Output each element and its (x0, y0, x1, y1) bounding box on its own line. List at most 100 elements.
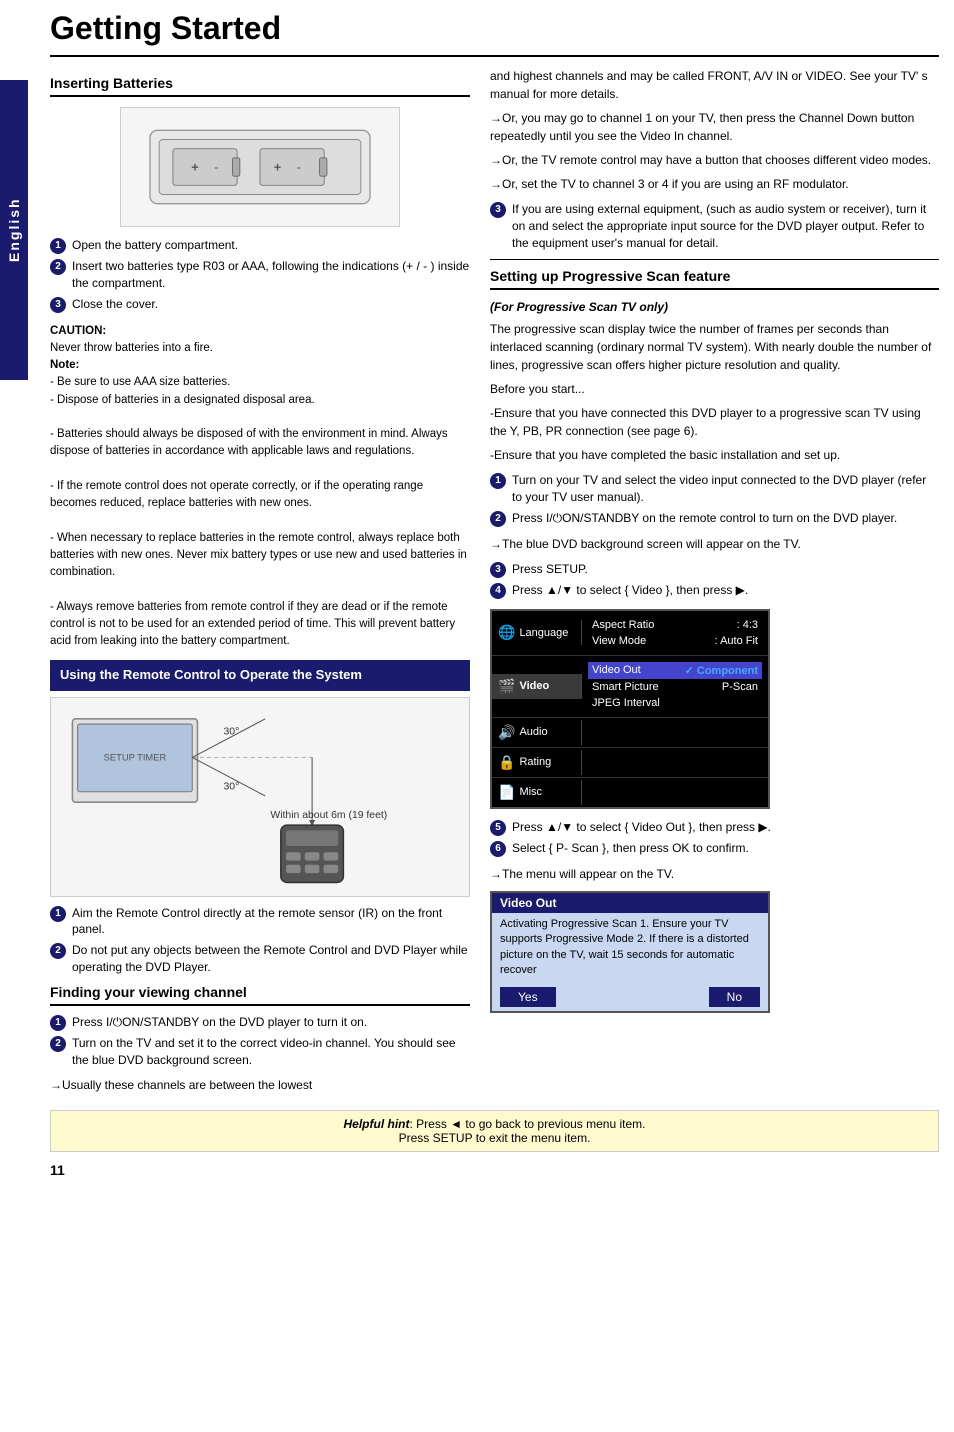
find-step-1: 1 (50, 1015, 66, 1031)
video-out-buttons: Yes No (492, 983, 768, 1011)
battery-image: + - + - (120, 107, 400, 227)
list-item: 3 If you are using external equipment, (… (490, 201, 939, 251)
no-button[interactable]: No (709, 987, 760, 1007)
list-item: 2 Turn on the TV and set it to the corre… (50, 1035, 470, 1069)
list-item: 1 Turn on your TV and select the video i… (490, 472, 939, 506)
menu-right-audio (582, 728, 768, 736)
main-content: Getting Started Inserting Batteries (35, 0, 954, 1188)
note-item-3: - Batteries should always be disposed of… (50, 428, 448, 457)
menu-right-misc (582, 788, 768, 796)
using-remote-header: Using the Remote Control to Operate the … (50, 660, 470, 690)
bullet3: →Or, set the TV to channel 3 or 4 if you… (490, 175, 939, 193)
svg-text:30°: 30° (224, 781, 240, 792)
ensure1: -Ensure that you have connected this DVD… (490, 404, 939, 440)
sidebar: English (0, 80, 28, 380)
for-tv-label: (For Progressive Scan TV only) (490, 300, 939, 314)
menu-icon-rating: 🔒 Rating (492, 750, 582, 775)
list-item: 2 Press I/⏻ON/STANDBY on the remote cont… (490, 510, 939, 527)
caution-block: CAUTION: Never throw batteries into a fi… (50, 323, 470, 651)
note-item-6: - Always remove batteries from remote co… (50, 601, 455, 648)
menu-item-aspect: Aspect Ratio : 4:3 (588, 617, 762, 633)
video-out-title: Video Out (492, 893, 768, 913)
caution-title: CAUTION: (50, 325, 106, 337)
svg-text:-: - (297, 160, 301, 175)
list-item: 5 Press ▲/▼ to select { Video Out }, the… (490, 819, 939, 836)
page-container: English Getting Started Inserting Batter… (0, 0, 954, 1432)
yes-button[interactable]: Yes (500, 987, 556, 1007)
list-item: 1 Press I/⏻ON/STANDBY on the DVD player … (50, 1014, 470, 1031)
list-item: 3 Close the cover. (50, 296, 470, 313)
list-item: 2 Do not put any objects between the Rem… (50, 942, 470, 976)
finding-steps-list: 1 Press I/⏻ON/STANDBY on the DVD player … (50, 1014, 470, 1069)
svg-text:30°: 30° (224, 726, 240, 737)
continued-text: and highest channels and may be called F… (490, 67, 939, 103)
menu-icon-video: 🎬 Video (492, 674, 582, 699)
prog-step-5: 5 (490, 820, 506, 836)
col-right: and highest channels and may be called F… (490, 67, 939, 1100)
list-item: 1 Open the battery compartment. (50, 237, 470, 254)
remote-diagram: SETUP TIMER 30° 30° Within about 6m (19 … (50, 697, 470, 897)
list-item: 2 Insert two batteries type R03 or AAA, … (50, 258, 470, 292)
remote-steps-list: 1 Aim the Remote Control directly at the… (50, 905, 470, 976)
arrow-blue: →The blue DVD background screen will app… (490, 535, 939, 553)
note-item-5: - When necessary to replace batteries in… (50, 532, 467, 579)
svg-text:Within about 6m (19 feet): Within about 6m (19 feet) (270, 809, 387, 820)
video-out-dialog: Video Out Activating Progressive Scan 1.… (490, 891, 770, 1013)
menu-row-misc: 📄 Misc (492, 778, 768, 807)
svg-text:+: + (274, 160, 282, 175)
divider-1 (490, 259, 939, 260)
arrow-menu: →The menu will appear on the TV. (490, 865, 939, 883)
menu-item-viewmode: View Mode : Auto Fit (588, 633, 762, 649)
menu-row-language: 🌐 Language Aspect Ratio : 4:3 View Mode (492, 611, 768, 656)
menu-row-rating: 🔒 Rating (492, 748, 768, 778)
step-number-1: 1 (50, 238, 66, 254)
prog-steps-list: 1 Turn on your TV and select the video i… (490, 472, 939, 527)
helpful-hint-label: Helpful hint (344, 1117, 410, 1131)
page-number: 11 (50, 1162, 939, 1178)
remote-step-1: 1 (50, 906, 66, 922)
step-number-2: 2 (50, 259, 66, 275)
before-start: Before you start... (490, 380, 939, 398)
menu-icon-language: 🌐 Language (492, 620, 582, 645)
menu-right-rating (582, 758, 768, 766)
arrow-usually: →Usually these channels are between the … (50, 1076, 470, 1094)
note-item-2: - Dispose of batteries in a designated d… (50, 394, 315, 406)
find-step-2: 2 (50, 1036, 66, 1052)
prog-scan-description: The progressive scan display twice the n… (490, 320, 939, 374)
note-title: Note: (50, 359, 79, 371)
menu-screenshot: 🌐 Language Aspect Ratio : 4:3 View Mode (490, 609, 770, 809)
page-title: Getting Started (50, 10, 939, 57)
list-item: 1 Aim the Remote Control directly at the… (50, 905, 470, 939)
menu-row-video: 🎬 Video Video Out ✓ Component Smart Pict… (492, 656, 768, 718)
helpful-hint-text2: Press SETUP to exit the menu item. (399, 1131, 591, 1145)
prog-step-2: 2 (490, 511, 506, 527)
caution-line1: Never throw batteries into a fire. (50, 342, 213, 354)
right-steps-extra: 3 If you are using external equipment, (… (490, 201, 939, 251)
helpful-hint-text1: : Press ◄ to go back to previous menu it… (410, 1117, 646, 1131)
col-left: Inserting Batteries + (50, 67, 470, 1100)
bullet1: →Or, you may go to channel 1 on your TV,… (490, 109, 939, 145)
inserting-batteries-header: Inserting Batteries (50, 75, 470, 97)
prog-step-6: 6 (490, 841, 506, 857)
svg-text:-: - (214, 160, 218, 175)
prog-steps-list3: 5 Press ▲/▼ to select { Video Out }, the… (490, 819, 939, 857)
step-number-3: 3 (50, 297, 66, 313)
prog-steps-list2: 3 Press SETUP. 4 Press ▲/▼ to select { V… (490, 561, 939, 599)
menu-icon-audio: 🔊 Audio (492, 720, 582, 745)
menu-item-videoout: Video Out ✓ Component (588, 662, 762, 679)
menu-right-video: Video Out ✓ Component Smart Picture P-Sc… (582, 658, 768, 715)
ensure2: -Ensure that you have completed the basi… (490, 446, 939, 464)
menu-item-jpeginterval: JPEG Interval (588, 695, 762, 711)
finding-channel-header: Finding your viewing channel (50, 984, 470, 1006)
two-col-layout: Inserting Batteries + (50, 67, 939, 1100)
menu-row-audio: 🔊 Audio (492, 718, 768, 748)
helpful-hint: Helpful hint: Press ◄ to go back to prev… (50, 1110, 939, 1152)
prog-scan-header: Setting up Progressive Scan feature (490, 268, 939, 290)
menu-right-language: Aspect Ratio : 4:3 View Mode : Auto Fit (582, 613, 768, 653)
svg-text:+: + (191, 160, 199, 175)
list-item: 6 Select { P- Scan }, then press OK to c… (490, 840, 939, 857)
prog-step-4: 4 (490, 583, 506, 599)
prog-step-1: 1 (490, 473, 506, 489)
inserting-steps-list: 1 Open the battery compartment. 2 Insert… (50, 237, 470, 313)
note-item-4: - If the remote control does not operate… (50, 480, 423, 509)
